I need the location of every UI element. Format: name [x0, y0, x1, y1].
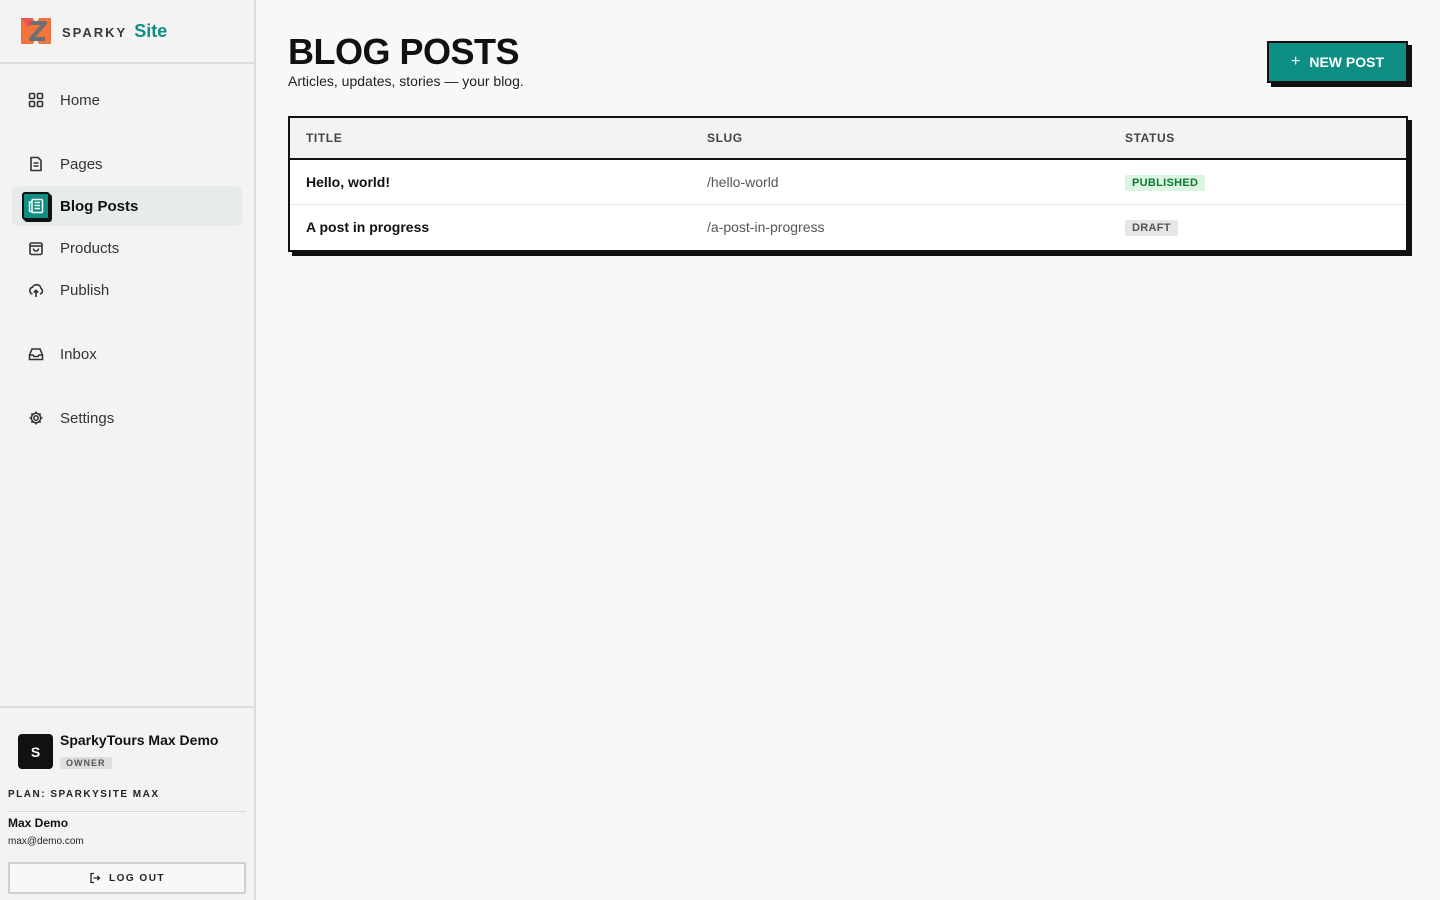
- table-header: TITLE SLUG STATUS: [290, 118, 1406, 160]
- brand[interactable]: SPARKY Site: [0, 0, 254, 64]
- sidebar-item-pages[interactable]: Pages: [12, 144, 242, 184]
- sidebar-item-blog-posts[interactable]: Blog Posts: [12, 186, 242, 226]
- role-badge: OWNER: [60, 757, 112, 769]
- logout-button[interactable]: LOG OUT: [8, 862, 246, 894]
- divider: [8, 811, 246, 812]
- sidebar-item-label: Blog Posts: [60, 197, 139, 215]
- column-header-slug[interactable]: SLUG: [707, 131, 743, 145]
- logout-icon: [90, 872, 101, 884]
- page-subtitle: Articles, updates, stories — your blog.: [288, 73, 524, 89]
- inbox-icon: [22, 340, 50, 368]
- table-row[interactable]: A post in progress /a-post-in-progress D…: [290, 205, 1406, 250]
- sidebar: SPARKY Site Home Pages Blog Posts Produc…: [0, 0, 256, 900]
- brand-site: Site: [134, 20, 168, 41]
- sidebar-item-inbox[interactable]: Inbox: [12, 334, 242, 374]
- sidebar-item-settings[interactable]: Settings: [12, 398, 242, 438]
- posts-table: TITLE SLUG STATUS Hello, world! /hello-w…: [288, 116, 1408, 252]
- avatar: S: [18, 734, 53, 769]
- sidebar-item-publish[interactable]: Publish: [12, 270, 242, 310]
- status-badge: PUBLISHED: [1125, 175, 1206, 191]
- user-email: max@demo.com: [8, 836, 84, 847]
- page-title: BLOG POSTS: [288, 31, 520, 72]
- account-name: SparkyTours Max Demo: [60, 732, 219, 748]
- status-cell: DRAFT: [1125, 218, 1178, 236]
- shopping-bag-icon: [22, 234, 50, 262]
- table-row[interactable]: Hello, world! /hello-world PUBLISHED: [290, 160, 1406, 205]
- post-title[interactable]: A post in progress: [306, 219, 429, 235]
- new-post-button[interactable]: + NEW POST: [1267, 41, 1408, 83]
- cloud-upload-icon: [22, 276, 50, 304]
- plus-icon: +: [1290, 53, 1301, 70]
- status-cell: PUBLISHED: [1125, 173, 1206, 191]
- logout-label: LOG OUT: [108, 872, 166, 884]
- sidebar-item-label: Products: [60, 239, 120, 257]
- gear-icon: [22, 404, 50, 432]
- account-switcher[interactable]: S SparkyTours Max Demo OWNER: [18, 732, 218, 771]
- sidebar-item-label: Publish: [60, 281, 110, 299]
- sidebar-item-label: Settings: [60, 409, 115, 427]
- sidebar-item-products[interactable]: Products: [12, 228, 242, 268]
- brand-word: SPARKY: [62, 24, 128, 40]
- document-icon: [22, 150, 50, 178]
- post-title[interactable]: Hello, world!: [306, 174, 390, 190]
- newspaper-icon: [22, 192, 50, 220]
- sidebar-footer: S SparkyTours Max Demo OWNER PLAN: SPARK…: [0, 706, 254, 900]
- post-slug: /a-post-in-progress: [707, 219, 825, 235]
- sidebar-item-label: Inbox: [60, 345, 97, 363]
- new-post-label: NEW POST: [1309, 54, 1384, 70]
- column-header-status[interactable]: STATUS: [1125, 131, 1175, 145]
- column-header-title[interactable]: TITLE: [306, 131, 342, 145]
- brand-logo-icon: [21, 18, 51, 44]
- grid-icon: [22, 86, 50, 114]
- sidebar-item-home[interactable]: Home: [12, 80, 242, 120]
- user-name: Max Demo: [8, 816, 69, 830]
- plan-label: PLAN: SPARKYSITE MAX: [8, 789, 160, 800]
- sidebar-item-label: Home: [60, 91, 101, 109]
- sidebar-item-label: Pages: [60, 155, 103, 173]
- post-slug: /hello-world: [707, 174, 779, 190]
- status-badge: DRAFT: [1125, 220, 1178, 236]
